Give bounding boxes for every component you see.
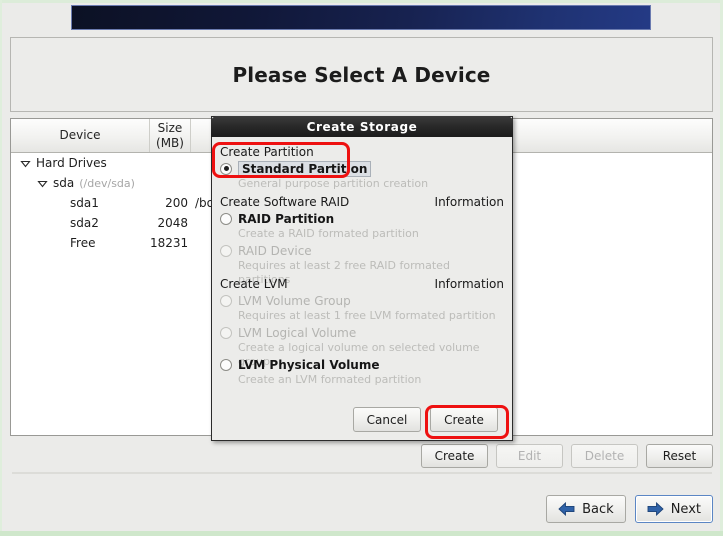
radio-option-description: Requires at least 1 free LVM formated pa…	[238, 309, 504, 323]
group-header-label: Create Software RAID	[220, 195, 349, 209]
table-action-buttons: Create Edit Delete Reset	[10, 444, 713, 468]
button-label: Cancel	[367, 413, 408, 427]
dialog-button-row: Cancel Create	[212, 407, 512, 432]
next-button[interactable]: Next	[635, 495, 713, 523]
column-header-size-line2: (MB)	[156, 136, 184, 150]
radio-option-lvm-logical-volume: LVM Logical Volume	[220, 324, 504, 341]
desktop-edge-top	[0, 0, 723, 3]
radio-option-description: Create a RAID formated partition	[238, 227, 504, 241]
radio-button[interactable]	[220, 163, 232, 175]
twisty-placeholder	[53, 197, 66, 210]
twisty-placeholder	[53, 217, 66, 230]
reset-button[interactable]: Reset	[646, 444, 713, 468]
device-name: Free	[70, 236, 95, 250]
radio-option-raid-partition[interactable]: RAID Partition	[220, 210, 504, 227]
cell-device: sda1	[11, 196, 150, 210]
cell-device: Hard Drives	[11, 156, 150, 170]
radio-option-lvm-physical-volume[interactable]: LVM Physical Volume	[220, 356, 504, 373]
radio-button	[220, 295, 232, 307]
dialog-title: Create Storage	[307, 120, 418, 134]
cell-size: 200	[150, 196, 191, 210]
device-name: Hard Drives	[36, 156, 107, 170]
radio-option-lvm-volume-group: LVM Volume Group	[220, 292, 504, 309]
radio-button	[220, 327, 232, 339]
dialog-cancel-button[interactable]: Cancel	[353, 407, 421, 432]
cell-size: 2048	[150, 216, 191, 230]
chevron-down-icon[interactable]	[36, 177, 49, 190]
cell-device: sda2	[11, 216, 150, 230]
radio-option-description: General purpose partition creation	[238, 177, 504, 191]
radio-option-label: LVM Logical Volume	[238, 326, 356, 340]
button-label: Create	[444, 413, 484, 427]
group-header-label: Create Partition	[220, 145, 314, 159]
device-path: (/dev/sda)	[79, 177, 135, 190]
radio-option-label: LVM Volume Group	[238, 294, 351, 308]
cell-size: 18231	[150, 236, 191, 250]
column-header-size-line1: Size	[158, 121, 183, 135]
information-link[interactable]: Information	[435, 277, 504, 291]
column-header-size[interactable]: Size (MB)	[150, 119, 191, 152]
wizard-nav-buttons: Back Next	[10, 494, 713, 524]
create-storage-dialog: Create Storage Create Partition Standard …	[211, 116, 513, 441]
device-name: sda2	[70, 216, 99, 230]
column-header-device[interactable]: Device	[11, 119, 150, 152]
delete-button: Delete	[571, 444, 638, 468]
desktop-edge-bottom	[0, 531, 723, 536]
twisty-placeholder	[53, 237, 66, 250]
group-header-create-software-raid: Create Software RAID Information	[220, 195, 504, 209]
radio-option-description: Create an LVM formated partition	[238, 373, 504, 387]
radio-option-description: Requires at least 2 free RAID formated p…	[238, 259, 504, 273]
desktop-edge-left	[0, 0, 2, 536]
button-label: Edit	[518, 449, 541, 463]
radio-button[interactable]	[220, 359, 232, 371]
radio-option-label: RAID Device	[238, 244, 312, 258]
button-label: Back	[582, 502, 614, 517]
radio-option-description: Create a logical volume on selected volu…	[238, 341, 504, 355]
arrow-right-icon	[647, 502, 664, 516]
dialog-body: Create Partition Standard PartitionGenera…	[212, 137, 512, 387]
page-title: Please Select A Device	[233, 63, 491, 87]
device-name: sda1	[70, 196, 99, 210]
radio-option-standard-partition[interactable]: Standard Partition	[220, 160, 504, 177]
dialog-titlebar: Create Storage	[211, 116, 513, 137]
radio-option-label: LVM Physical Volume	[238, 358, 380, 372]
chevron-down-icon[interactable]	[19, 157, 32, 170]
group-header-create-lvm: Create LVM Information	[220, 277, 504, 291]
radio-option-label: RAID Partition	[238, 212, 334, 226]
dialog-create-button[interactable]: Create	[430, 407, 498, 432]
cell-device: sda (/dev/sda)	[11, 176, 150, 190]
button-label: Create	[435, 449, 475, 463]
group-header-label: Create LVM	[220, 277, 288, 291]
footer-divider	[12, 472, 712, 474]
group-header-create-partition: Create Partition	[220, 145, 504, 159]
radio-option-label: Standard Partition	[238, 161, 371, 177]
back-button[interactable]: Back	[546, 495, 626, 523]
cell-device: Free	[11, 236, 150, 250]
information-link[interactable]: Information	[435, 195, 504, 209]
button-label: Delete	[585, 449, 624, 463]
button-label: Next	[671, 502, 701, 517]
edit-button: Edit	[496, 444, 563, 468]
button-label: Reset	[663, 449, 697, 463]
arrow-left-icon	[558, 502, 575, 516]
page-title-panel: Please Select A Device	[10, 37, 713, 112]
radio-button	[220, 245, 232, 257]
installer-banner	[71, 5, 651, 30]
device-name: sda	[53, 176, 74, 190]
radio-button[interactable]	[220, 213, 232, 225]
column-header-device-label: Device	[59, 128, 100, 142]
radio-option-raid-device: RAID Device	[220, 242, 504, 259]
create-button[interactable]: Create	[421, 444, 488, 468]
